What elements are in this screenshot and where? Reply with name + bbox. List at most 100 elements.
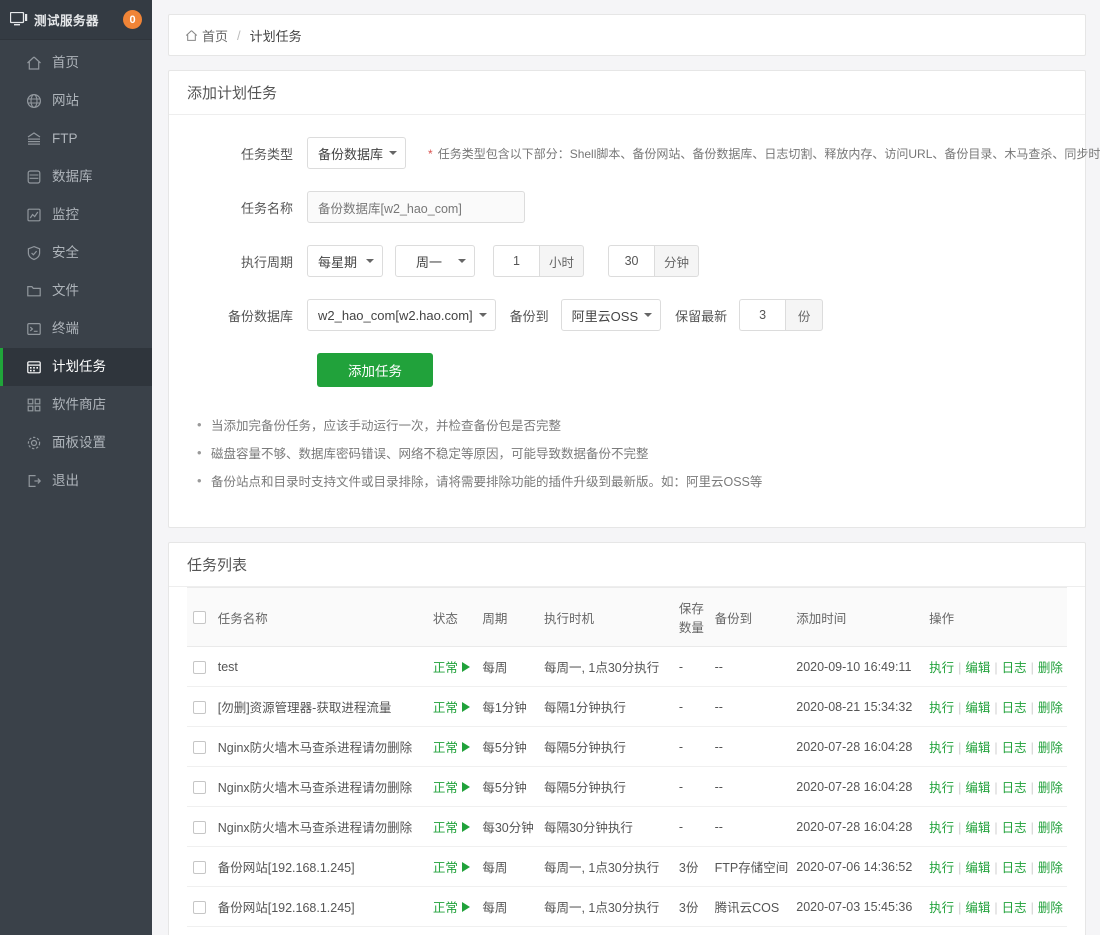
cycle-period-select[interactable]: 每星期 [307,245,383,277]
delete-link[interactable]: 删除 [1038,741,1063,755]
col-header-keep[interactable]: 保存数量 [675,588,711,647]
sidebar-notification-badge[interactable]: 0 [123,10,142,29]
cycle-minute-input[interactable] [608,245,654,277]
col-header-when[interactable]: 执行时机 [540,588,675,647]
row-checkbox[interactable] [193,901,206,914]
edit-link[interactable]: 编辑 [965,901,990,915]
row-checkbox[interactable] [193,701,206,714]
run-link[interactable]: 执行 [929,861,954,875]
sidebar-brand[interactable]: 测试服务器 0 [0,0,152,40]
sidebar-item-appstore[interactable]: 软件商店 [0,386,152,424]
note-item: 备份站点和目录时支持文件或目录排除，请将需要排除功能的插件升级到最新版。如：阿里… [195,473,1067,491]
play-icon[interactable] [462,902,470,912]
sidebar-item-label: 首页 [52,56,79,70]
run-link[interactable]: 执行 [929,901,954,915]
edit-link[interactable]: 编辑 [965,661,990,675]
sidebar-item-home[interactable]: 首页 [0,44,152,82]
sidebar-item-database[interactable]: 数据库 [0,158,152,196]
log-link[interactable]: 日志 [1002,901,1027,915]
log-link[interactable]: 日志 [1002,661,1027,675]
keep-latest-input[interactable] [739,299,785,331]
sidebar-item-label: 监控 [52,208,79,222]
cycle-weekday-select[interactable]: 周一 [395,245,475,277]
cell-task-name: Nginx防火墙木马查杀进程请勿删除 [214,767,429,807]
play-icon[interactable] [462,662,470,672]
delete-link[interactable]: 删除 [1038,781,1063,795]
backup-db-value: w2_hao_com[w2.hao.com] [318,308,473,323]
play-icon[interactable] [462,862,470,872]
task-type-select[interactable]: 备份数据库 [307,137,406,169]
table-row[interactable]: Nginx防火墙木马查杀进程请勿删除正常每5分钟每隔5分钟执行---2020-0… [187,727,1067,767]
edit-link[interactable]: 编辑 [965,861,990,875]
log-link[interactable]: 日志 [1002,821,1027,835]
col-header-name[interactable]: 任务名称 [214,588,429,647]
cycle-hour-input[interactable] [493,245,539,277]
log-link[interactable]: 日志 [1002,781,1027,795]
edit-link[interactable]: 编辑 [965,781,990,795]
edit-link[interactable]: 编辑 [965,701,990,715]
run-link[interactable]: 执行 [929,741,954,755]
play-icon[interactable] [462,702,470,712]
log-link[interactable]: 日志 [1002,861,1027,875]
sidebar-item-settings[interactable]: 面板设置 [0,424,152,462]
row-checkbox[interactable] [193,741,206,754]
database-icon [25,169,42,186]
backup-to-select[interactable]: 阿里云OSS [561,299,661,331]
sidebar-item-monitor[interactable]: 监控 [0,196,152,234]
task-name-input[interactable] [307,191,525,223]
col-header-cycle[interactable]: 周期 [478,588,540,647]
run-link[interactable]: 执行 [929,781,954,795]
table-row[interactable]: [勿删]资源管理器-获取进程流量正常每1分钟每隔1分钟执行---2020-08-… [187,687,1067,727]
edit-link[interactable]: 编辑 [965,821,990,835]
cell-cycle: 每1小时 [478,927,540,935]
edit-link[interactable]: 编辑 [965,741,990,755]
backup-db-select[interactable]: w2_hao_com[w2.hao.com] [307,299,496,331]
cell-cycle: 每30分钟 [478,807,540,847]
cell-status: 正常 [429,807,478,847]
delete-link[interactable]: 删除 [1038,661,1063,675]
sidebar-item-website[interactable]: 网站 [0,82,152,120]
sidebar-item-crontab[interactable]: 计划任务 [0,348,152,386]
sidebar-item-terminal[interactable]: 终端 [0,310,152,348]
row-checkbox[interactable] [193,661,206,674]
sidebar-item-security[interactable]: 安全 [0,234,152,272]
run-link[interactable]: 执行 [929,701,954,715]
col-header-time[interactable]: 添加时间 [792,588,925,647]
run-link[interactable]: 执行 [929,661,954,675]
breadcrumb-home-link[interactable]: 首页 [202,26,228,45]
run-link[interactable]: 执行 [929,821,954,835]
table-row[interactable]: Nginx防火墙四层拦截IP正常每1小时每1小时, 第0分钟 执行---2020… [187,927,1067,935]
row-checkbox[interactable] [193,781,206,794]
sidebar-item-ftp[interactable]: FTP [0,120,152,158]
row-checkbox[interactable] [193,821,206,834]
delete-link[interactable]: 删除 [1038,901,1063,915]
log-link[interactable]: 日志 [1002,741,1027,755]
table-row[interactable]: 备份网站[192.168.1.245]正常每周每周一, 1点30分执行3份腾讯云… [187,887,1067,927]
table-row[interactable]: test正常每周每周一, 1点30分执行---2020-09-10 16:49:… [187,647,1067,687]
cell-added-time: 2020-07-03 15:45:36 [792,887,925,927]
play-icon[interactable] [462,742,470,752]
table-row[interactable]: Nginx防火墙木马查杀进程请勿删除正常每5分钟每隔5分钟执行---2020-0… [187,767,1067,807]
notes-list: 当添加完备份任务，应该手动运行一次，并检查备份包是否完整 磁盘容量不够、数据库密… [187,417,1067,491]
sidebar-item-files[interactable]: 文件 [0,272,152,310]
delete-link[interactable]: 删除 [1038,701,1063,715]
table-row[interactable]: Nginx防火墙木马查杀进程请勿删除正常每30分钟每隔30分钟执行---2020… [187,807,1067,847]
cell-status: 正常 [429,887,478,927]
sidebar-item-logout[interactable]: 退出 [0,462,152,500]
cell-task-name: 备份网站[192.168.1.245] [214,847,429,887]
delete-link[interactable]: 删除 [1038,861,1063,875]
col-header-to[interactable]: 备份到 [711,588,793,647]
sidebar-item-label: 终端 [52,322,79,336]
delete-link[interactable]: 删除 [1038,821,1063,835]
form-row-task-name: 任务名称 [187,191,1067,223]
row-checkbox[interactable] [193,861,206,874]
cycle-minute-group: 分钟 [608,245,699,277]
col-header-status[interactable]: 状态 [429,588,478,647]
select-all-checkbox[interactable] [193,611,206,624]
play-icon[interactable] [462,782,470,792]
row-checkbox-cell [187,807,214,847]
add-task-button[interactable]: 添加任务 [317,353,433,387]
play-icon[interactable] [462,822,470,832]
log-link[interactable]: 日志 [1002,701,1027,715]
table-row[interactable]: 备份网站[192.168.1.245]正常每周每周一, 1点30分执行3份FTP… [187,847,1067,887]
